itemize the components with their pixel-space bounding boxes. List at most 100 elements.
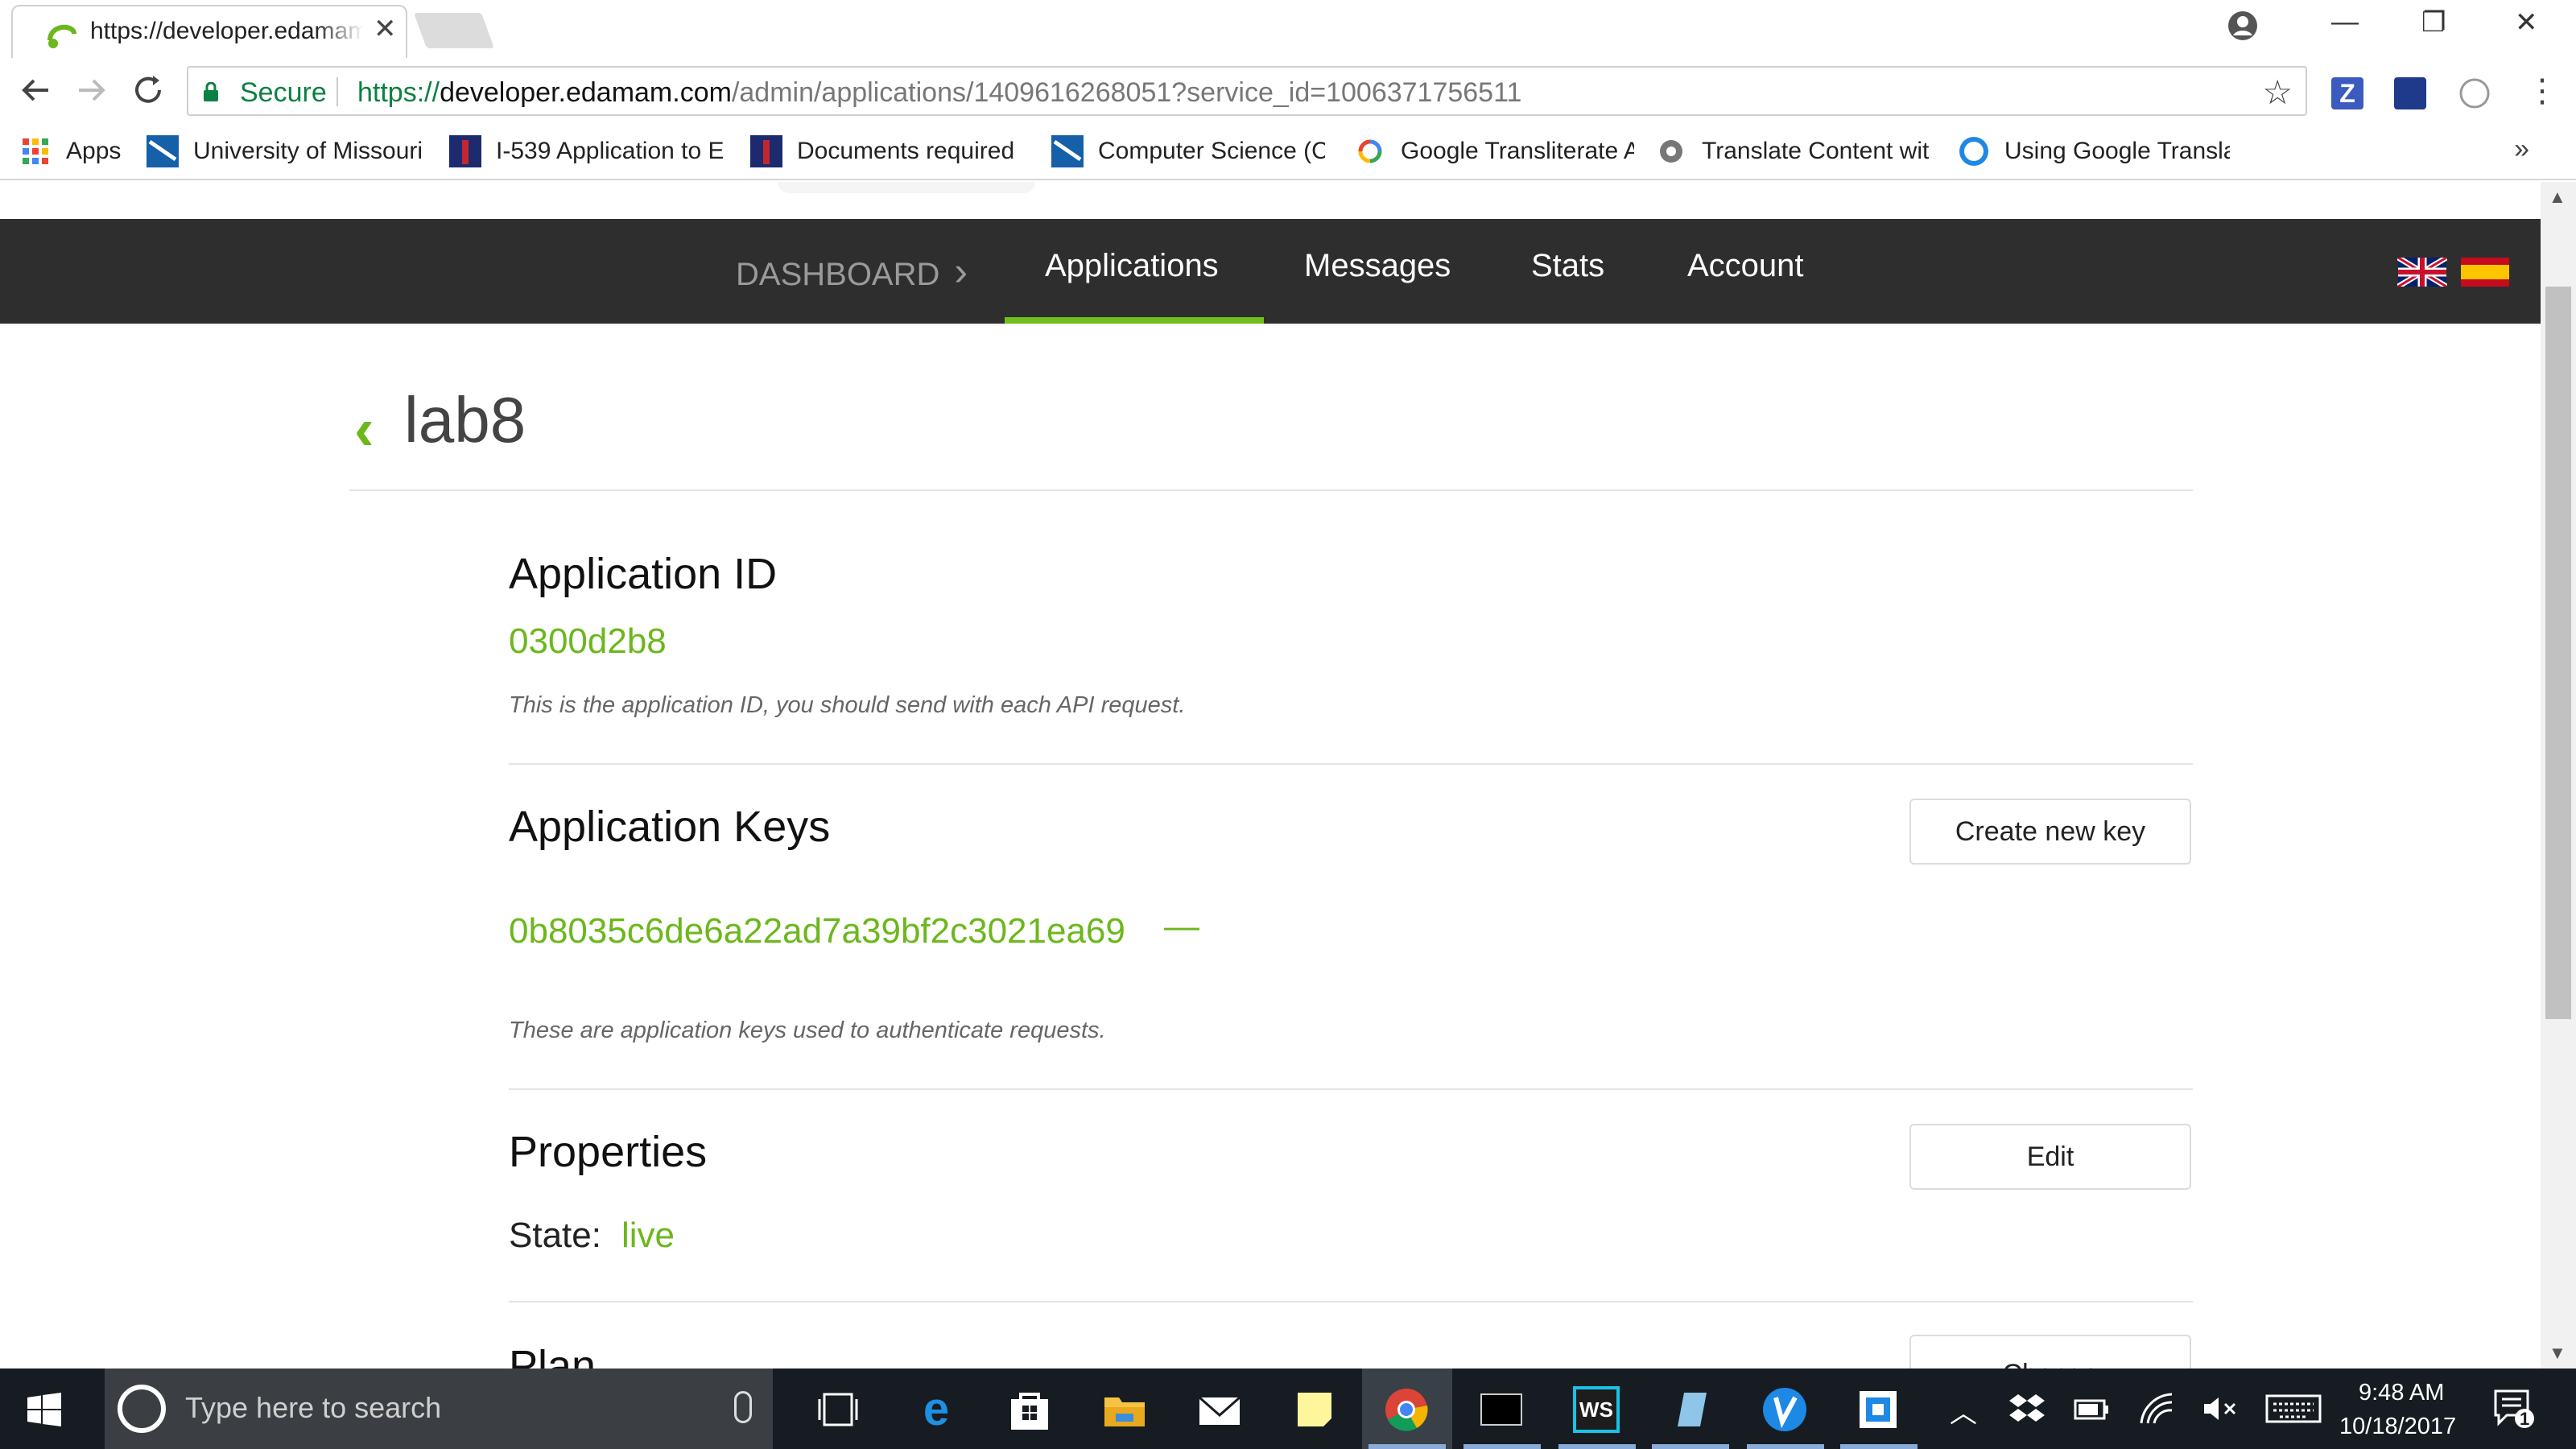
tab-close-icon[interactable]: ✕ <box>374 13 397 45</box>
zotero-extension-icon[interactable]: Z <box>2331 77 2363 109</box>
browser-titlebar: https://developer.edamam.com/admin/appli… <box>0 0 2576 58</box>
dropbox-icon[interactable] <box>2009 1393 2045 1425</box>
bookmark-star-icon[interactable]: ☆ <box>2262 72 2293 112</box>
terminal-open-indicator <box>1463 1444 1541 1449</box>
scroll-thumb[interactable] <box>2545 287 2571 1019</box>
bookmark-label: University of Missouri <box>193 138 422 164</box>
lock-icon <box>204 82 218 101</box>
keyboard-icon[interactable] <box>2265 1394 2322 1423</box>
page-scrollbar[interactable]: ▲ ▼ <box>2541 182 2576 1368</box>
application-key-value: 0b8035c6de6a22ad7a39bf2c3021ea69 <box>509 911 1125 951</box>
close-window-button[interactable]: ✕ <box>2515 6 2538 39</box>
bookmark-item[interactable]: Translate Content with <box>1655 134 1929 169</box>
new-tab-button[interactable] <box>413 13 495 48</box>
bookmark-label: Apps <box>66 138 122 164</box>
file-explorer-icon[interactable] <box>1101 1386 1148 1433</box>
bookmarks-bar: Apps University of Missouri I-539 Applic… <box>0 122 2576 180</box>
bookmark-item[interactable]: Apps <box>19 134 121 169</box>
notification-count: 1 <box>2520 1409 2530 1429</box>
volume-muted-icon[interactable] <box>2201 1393 2240 1425</box>
minimize-button[interactable]: — <box>2331 6 2359 38</box>
paint-app-icon[interactable] <box>1666 1386 1713 1433</box>
apps-grid-icon <box>23 138 48 164</box>
nav-dashboard-label: DASHBOARD <box>736 257 940 292</box>
reload-icon[interactable] <box>129 71 167 109</box>
battery-icon[interactable] <box>2072 1393 2111 1425</box>
restore-button[interactable]: ❐ <box>2421 6 2446 39</box>
terminal-icon[interactable] <box>1478 1386 1525 1433</box>
section-divider <box>509 1301 2193 1302</box>
visual-studio-code-icon[interactable] <box>1761 1386 1808 1433</box>
back-arrow-icon[interactable] <box>16 71 55 109</box>
search-placeholder: Type here to search <box>185 1391 442 1424</box>
nav-account[interactable]: Account <box>1687 248 1804 284</box>
section-divider <box>509 763 2193 765</box>
windows-taskbar: Type here to search e WS ︿ 9:48 AM 10/18… <box>0 1368 2576 1449</box>
page-title: lab8 <box>404 384 526 456</box>
address-bar[interactable]: Secure https://developer.edamam.com/admi… <box>187 66 2307 116</box>
uk-flag-icon[interactable] <box>2397 258 2447 287</box>
bookmark-item[interactable]: Google Transliterate API <box>1354 134 1634 169</box>
bookmark-item[interactable]: Computer Science (CS) <box>1051 134 1325 169</box>
snipping-open-indicator <box>1840 1444 1918 1449</box>
ghost-tab <box>778 182 1035 193</box>
task-view-icon[interactable] <box>815 1386 861 1433</box>
forward-arrow-icon[interactable] <box>72 71 111 109</box>
extension-icon[interactable] <box>2394 77 2426 109</box>
bookmark-item[interactable]: Using Google Translate <box>1958 134 2230 169</box>
chrome-open-indicator <box>1368 1444 1446 1449</box>
scroll-up-icon[interactable]: ▲ <box>2549 187 2566 208</box>
nav-dashboard[interactable]: DASHBOARD › <box>736 248 968 295</box>
state-label: State: <box>509 1216 601 1255</box>
edit-properties-button[interactable]: Edit <box>1909 1124 2191 1190</box>
url-text: https://developer.edamam.com/admin/appli… <box>357 77 1521 109</box>
mail-icon[interactable] <box>1196 1386 1243 1433</box>
bookmark-label: Translate Content with <box>1702 138 1929 164</box>
nav-messages[interactable]: Messages <box>1304 248 1451 284</box>
edamam-favicon <box>47 24 76 48</box>
microphone-icon[interactable] <box>734 1391 752 1423</box>
sticky-notes-icon[interactable] <box>1291 1386 1338 1433</box>
section-divider <box>509 1088 2193 1090</box>
application-id-title: Application ID <box>509 550 778 598</box>
clock-time[interactable]: 9:48 AM <box>2359 1380 2444 1406</box>
edge-browser-icon[interactable]: e <box>913 1386 960 1433</box>
browser-tab[interactable]: https://developer.edamam.com/admin/appli… <box>11 5 407 58</box>
store-icon[interactable] <box>1006 1386 1053 1433</box>
bookmark-label: Computer Science (CS) <box>1098 138 1325 164</box>
extension-circle-icon[interactable] <box>2458 77 2491 109</box>
tray-expand-icon[interactable]: ︿ <box>1950 1391 1977 1430</box>
remove-key-button[interactable]: — <box>1164 906 1199 947</box>
snipping-app-icon[interactable] <box>1855 1386 1901 1433</box>
chevron-right-icon: › <box>954 249 968 294</box>
windows-start-icon[interactable] <box>27 1393 61 1426</box>
change-plan-button[interactable]: Change <box>1909 1335 2191 1368</box>
bookmark-label: I-539 Application to Extend <box>496 138 723 164</box>
chrome-icon[interactable] <box>1383 1386 1430 1433</box>
wifi-icon[interactable] <box>2138 1391 2175 1426</box>
clock-date[interactable]: 10/18/2017 <box>2339 1414 2456 1440</box>
application-keys-title: Application Keys <box>509 803 831 851</box>
back-chevron-icon[interactable]: ‹ <box>354 394 374 463</box>
profile-icon[interactable] <box>2227 10 2259 42</box>
bookmarks-overflow-button[interactable]: » <box>2514 134 2529 165</box>
cortana-icon <box>118 1385 166 1433</box>
bookmark-label: Using Google Translate <box>2004 138 2230 164</box>
secure-label: Secure <box>240 77 327 108</box>
spain-flag-icon[interactable] <box>2460 258 2510 287</box>
nav-active-indicator <box>1005 317 1264 324</box>
menu-dots-icon[interactable]: ⋮ <box>2526 72 2558 109</box>
taskbar-search[interactable]: Type here to search <box>105 1368 773 1449</box>
bookmark-item[interactable]: I-539 Application to Extend <box>449 134 723 169</box>
address-separator <box>336 77 338 106</box>
create-new-key-button[interactable]: Create new key <box>1909 799 2191 865</box>
page-viewport: DASHBOARD › Applications Messages Stats A… <box>0 182 2541 1368</box>
nav-stats[interactable]: Stats <box>1531 248 1604 284</box>
webstorm-icon[interactable]: WS <box>1573 1386 1620 1433</box>
bookmark-item[interactable]: University of Missouri <box>147 134 422 169</box>
scroll-down-icon[interactable]: ▼ <box>2549 1343 2566 1364</box>
umkc-icon <box>147 135 179 167</box>
bookmark-item[interactable]: Documents required <box>750 134 1021 169</box>
uscis-icon <box>750 135 782 167</box>
nav-applications[interactable]: Applications <box>1045 248 1219 284</box>
